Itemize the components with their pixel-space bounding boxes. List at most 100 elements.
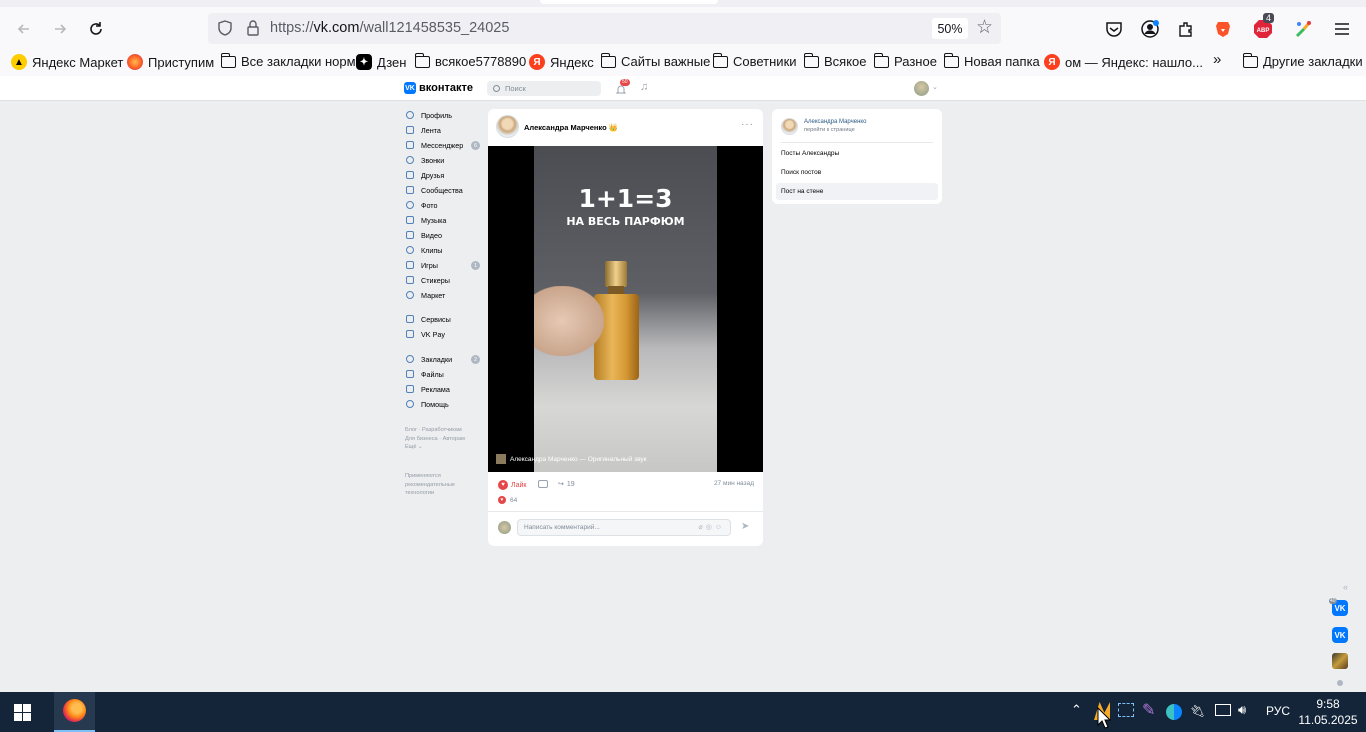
video-overlay-title: 1+1=3 bbox=[578, 184, 673, 213]
bookmarks-overflow-chevron-icon[interactable]: » bbox=[1213, 51, 1221, 68]
side-menu-item[interactable]: Посты Александры bbox=[772, 145, 942, 162]
side-author-link[interactable]: перейти к странице bbox=[804, 127, 855, 133]
bookmark-item[interactable]: всякое5778890 bbox=[414, 52, 526, 69]
sidebar-item-market[interactable]: Маркет bbox=[404, 288, 482, 302]
input-language[interactable]: РУС bbox=[1266, 704, 1290, 718]
feather-icon[interactable]: ✎ bbox=[1142, 700, 1155, 720]
bookmark-item[interactable]: Всякое bbox=[803, 52, 867, 69]
notifications-bell-icon[interactable]: 50 bbox=[615, 79, 630, 94]
url-text[interactable]: https://vk.com/wall121458535_24025 bbox=[270, 20, 509, 36]
volume-icon[interactable]: 🔊︎ bbox=[1238, 702, 1246, 718]
share-button[interactable]: ↪ 19 bbox=[558, 480, 575, 489]
sidebar-item-bookmarks[interactable]: Закладки 2 bbox=[404, 352, 482, 366]
back-button[interactable] bbox=[10, 15, 38, 43]
bookmark-item[interactable]: Я Яндекс bbox=[529, 54, 594, 70]
lock-icon[interactable] bbox=[245, 19, 261, 37]
music-note-icon[interactable]: ♫ bbox=[640, 81, 648, 93]
tray-expand-chevron-icon[interactable]: ⌃ bbox=[1071, 702, 1082, 718]
sidebar-item-messenger[interactable]: Мессенджер 6 bbox=[404, 138, 482, 152]
sidebar-item-label: Мессенджер bbox=[421, 140, 464, 150]
chat-avatar-icon[interactable] bbox=[1332, 653, 1348, 669]
bookmark-item[interactable]: Сайты важные bbox=[600, 52, 710, 69]
post-author-name[interactable]: Александра Марченко bbox=[524, 123, 607, 132]
battery-plug-icon[interactable]: 🔌︎ bbox=[1190, 704, 1205, 718]
sidebar-item-ads[interactable]: Реклама bbox=[404, 382, 482, 396]
post-author[interactable]: Александра Марченко 👑 bbox=[524, 123, 618, 132]
bookmark-item[interactable]: Советники bbox=[712, 52, 797, 69]
sidebar-item-files[interactable]: Файлы bbox=[404, 367, 482, 381]
market-icon bbox=[406, 291, 414, 299]
author-avatar[interactable] bbox=[496, 115, 519, 138]
author-avatar[interactable] bbox=[781, 118, 798, 135]
sidebar-item-photo[interactable]: Фото bbox=[404, 198, 482, 212]
side-author-name[interactable]: Александра Марченко bbox=[804, 119, 866, 125]
audio-caption[interactable]: Александра Марченко — Оригинальный звук bbox=[496, 454, 647, 464]
bookmark-item[interactable]: ✦ Дзен bbox=[356, 54, 406, 70]
bookmark-item[interactable]: Яом — Яндекс: нашло... bbox=[1044, 54, 1203, 70]
bookmark-item[interactable]: Разное bbox=[873, 52, 937, 69]
sidebar-item-stickers[interactable]: Стикеры bbox=[404, 273, 482, 287]
sidebar-item-feed[interactable]: Лента bbox=[404, 123, 482, 137]
like-button[interactable]: ♥ Лайк bbox=[498, 480, 526, 490]
chevron-down-icon[interactable]: ⌄ bbox=[932, 83, 938, 91]
extensions-icon[interactable] bbox=[1174, 17, 1198, 41]
url-bar[interactable]: https://vk.com/wall121458535_24025 50% ☆ bbox=[208, 13, 1001, 44]
sidebar-item-profile[interactable]: Профиль bbox=[404, 108, 482, 122]
brave-lion-icon[interactable] bbox=[1211, 17, 1235, 41]
bookmark-item[interactable]: ▲ Яндекс Маркет bbox=[11, 54, 123, 70]
more-dot-icon[interactable] bbox=[1337, 680, 1343, 686]
collapse-chevron-icon[interactable]: « bbox=[1343, 582, 1348, 592]
sidebar-item-phone[interactable]: Звонки bbox=[404, 153, 482, 167]
sidebar-item-services[interactable]: Сервисы bbox=[404, 312, 482, 326]
active-tab[interactable] bbox=[540, 0, 718, 4]
comment-icon[interactable] bbox=[538, 480, 548, 488]
avatar[interactable] bbox=[914, 81, 929, 96]
bookmark-item[interactable]: Приступим bbox=[127, 54, 214, 70]
bookmark-label: Приступим bbox=[148, 54, 215, 70]
sidebar-item-communities[interactable]: Сообщества bbox=[404, 183, 482, 197]
bookmark-star-icon[interactable]: ☆ bbox=[976, 16, 993, 39]
snip-tool-icon[interactable] bbox=[1118, 703, 1134, 717]
footer-links[interactable]: Блог · Разработчикам Для бизнеса · Автор… bbox=[405, 426, 465, 452]
vk-logo[interactable]: VK вконтакте bbox=[404, 82, 473, 94]
footer-links-text[interactable]: Блог · Разработчикам Для бизнеса · Автор… bbox=[405, 426, 465, 452]
reload-button[interactable] bbox=[82, 15, 110, 43]
more-options-icon[interactable]: ··· bbox=[741, 119, 754, 130]
heart-icon: ♥ bbox=[498, 496, 506, 504]
sidebar-item-music[interactable]: Музыка bbox=[404, 213, 482, 227]
likes-summary[interactable]: ♥ 64 bbox=[498, 496, 517, 504]
colorful-extension-icon[interactable] bbox=[1292, 17, 1316, 41]
bookmark-item[interactable]: Новая папка bbox=[943, 52, 1040, 69]
sidebar-item-friends[interactable]: Друзья bbox=[404, 168, 482, 182]
system-clock[interactable]: 9:58 11.05.2025 bbox=[1296, 696, 1360, 728]
bookmark-item[interactable]: Все закладки норм bbox=[220, 52, 356, 69]
comment-input[interactable]: Написать комментарий... ⌀◎☺ bbox=[517, 519, 731, 536]
audio-caption-text[interactable]: Александра Марченко — Оригинальный звук bbox=[510, 456, 647, 463]
pocket-icon[interactable] bbox=[1102, 17, 1126, 41]
other-bookmarks[interactable]: Другие закладки bbox=[1242, 52, 1363, 69]
sidebar-item-games[interactable]: Игры 1 bbox=[404, 258, 482, 272]
send-icon[interactable]: ➤ bbox=[741, 521, 749, 532]
adblock-icon[interactable]: ABP 4 bbox=[1251, 13, 1275, 41]
sidebar-item-clips[interactable]: Клипы bbox=[404, 243, 482, 257]
side-menu-item[interactable]: Поиск постов bbox=[772, 164, 942, 181]
side-menu-item-active[interactable]: Пост на стене bbox=[776, 183, 938, 200]
edge-icon[interactable] bbox=[1166, 704, 1182, 720]
vk-search-input[interactable]: Поиск bbox=[487, 81, 601, 96]
shield-icon[interactable] bbox=[216, 19, 234, 37]
sidebar-item-help[interactable]: Помощь bbox=[404, 397, 482, 411]
sidebar-item-video[interactable]: Видео bbox=[404, 228, 482, 242]
menu-hamburger-icon[interactable] bbox=[1330, 17, 1354, 41]
post-time[interactable]: 27 мин назад bbox=[714, 480, 754, 487]
forward-button[interactable] bbox=[46, 15, 74, 43]
vk-mini-app-icon[interactable]: VK bbox=[1332, 627, 1348, 643]
reload-icon bbox=[90, 22, 102, 35]
account-icon[interactable] bbox=[1138, 17, 1162, 41]
video-player[interactable]: 1+1=3 НА ВЕСЬ ПАРФЮМ Александра Марченко… bbox=[488, 146, 763, 472]
windows-start-icon[interactable] bbox=[14, 704, 31, 721]
sidebar-item-vkpay[interactable]: VK Pay bbox=[404, 327, 482, 341]
zoom-indicator[interactable]: 50% bbox=[932, 18, 968, 39]
network-icon[interactable] bbox=[1215, 704, 1231, 716]
attach-emoji-icons[interactable]: ⌀◎☺ bbox=[699, 520, 725, 535]
taskbar-firefox[interactable] bbox=[54, 692, 95, 732]
